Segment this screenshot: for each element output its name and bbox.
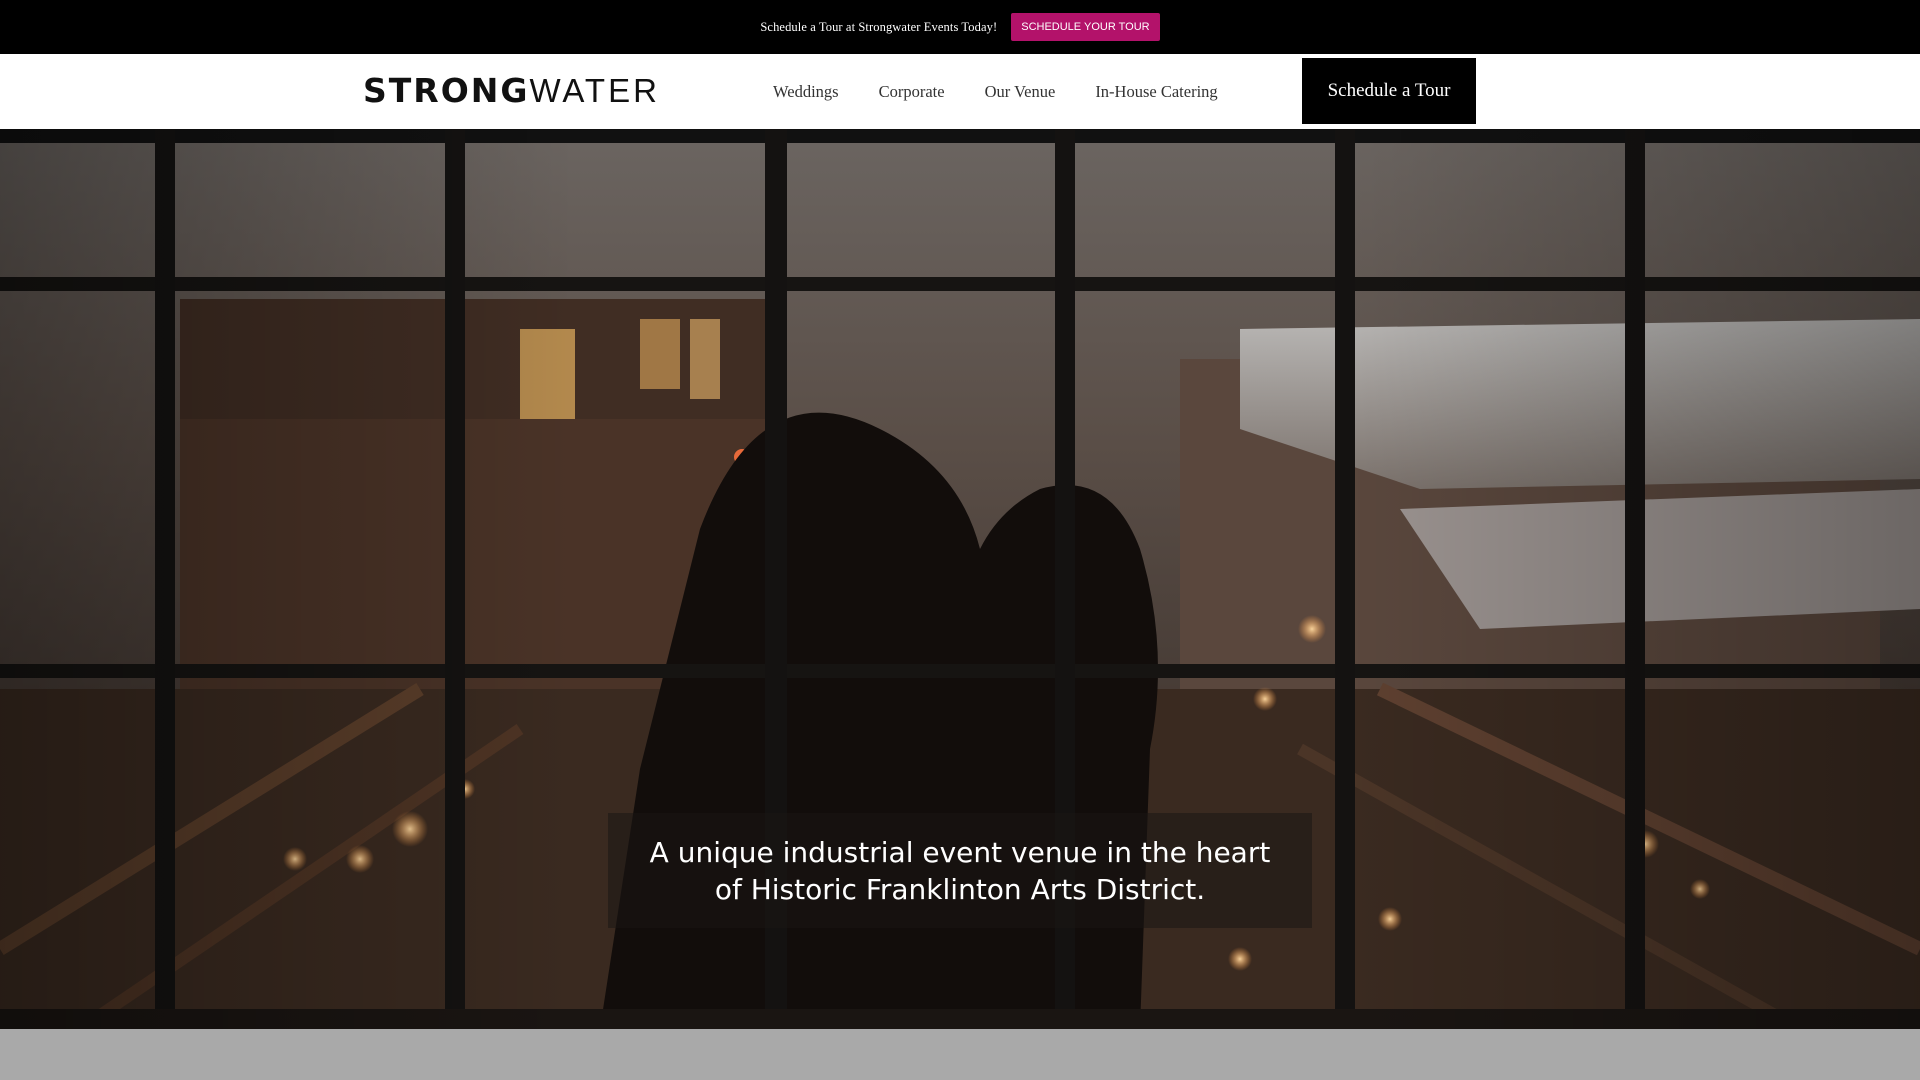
below-hero-strip (0, 1029, 1920, 1080)
tagline-box: A unique industrial event venue in the h… (608, 813, 1312, 928)
nav-corporate[interactable]: Corporate (879, 82, 945, 102)
hero-tagline: A unique industrial event venue in the h… (649, 835, 1271, 906)
site-header: STRONGWATER Weddings Corporate Our Venue… (0, 54, 1920, 129)
strongwater-logo[interactable]: STRONGWATER (363, 71, 660, 110)
logo-water-text: WATER (529, 72, 660, 109)
logo-strong-text: STRONG (363, 71, 530, 110)
nav-our-venue[interactable]: Our Venue (985, 82, 1056, 102)
hero-section: A unique industrial event venue in the h… (0, 129, 1920, 1029)
nav-weddings[interactable]: Weddings (773, 82, 839, 102)
announcement-text: Schedule a Tour at Strongwater Events To… (760, 19, 998, 34)
nav-in-house-catering[interactable]: In-House Catering (1095, 82, 1217, 102)
schedule-a-tour-button[interactable]: Schedule a Tour (1302, 58, 1476, 124)
announcement-bar: Schedule a Tour at Strongwater Events To… (0, 0, 1920, 54)
main-nav: Weddings Corporate Our Venue In-House Ca… (773, 54, 1218, 129)
schedule-your-tour-button[interactable]: SCHEDULE YOUR TOUR (1011, 13, 1160, 41)
